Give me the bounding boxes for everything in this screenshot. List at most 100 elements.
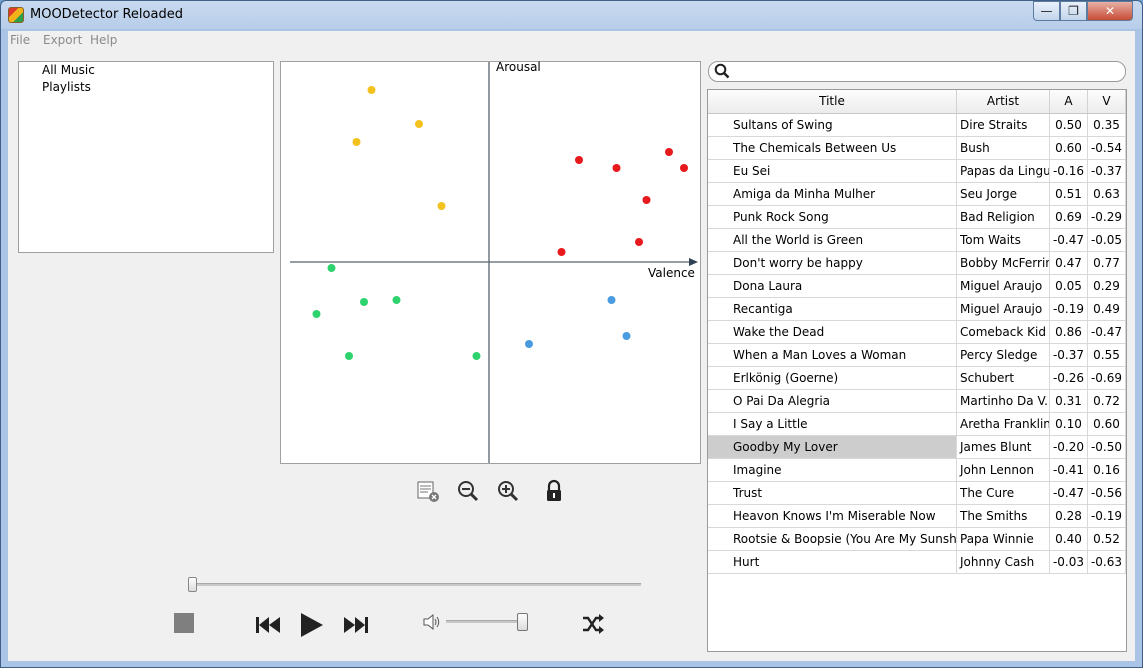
table-row[interactable]: Goodby My Lover James Blunt -0.20 -0.50: [708, 436, 1126, 459]
column-artist[interactable]: Artist: [957, 90, 1050, 113]
mood-plot[interactable]: Arousal Valence: [280, 60, 701, 464]
song-point[interactable]: [607, 296, 616, 304]
table-row[interactable]: Recantiga Miguel Araujo -0.19 0.49: [708, 298, 1126, 321]
volume-icon[interactable]: [423, 614, 441, 630]
song-arousal-cell: -0.47: [1050, 229, 1088, 252]
song-point[interactable]: [352, 138, 361, 146]
clear-plot-button[interactable]: [416, 479, 440, 503]
song-table[interactable]: Title Artist A V Sultans of Swing Dire St…: [707, 89, 1127, 652]
lock-button[interactable]: [542, 479, 566, 503]
song-valence-cell: 0.49: [1088, 298, 1126, 321]
song-point[interactable]: [437, 202, 446, 210]
close-button[interactable]: ✕: [1087, 1, 1133, 21]
song-artist-cell: Papas da Lingua: [957, 160, 1050, 183]
table-row[interactable]: Eu Sei Papas da Lingua -0.16 -0.37: [708, 160, 1126, 183]
table-row[interactable]: Punk Rock Song Bad Religion 0.69 -0.29: [708, 206, 1126, 229]
stop-button[interactable]: [174, 613, 194, 633]
song-point[interactable]: [635, 238, 643, 246]
table-row[interactable]: Sultans of Swing Dire Straits 0.50 0.35: [708, 114, 1126, 137]
table-row[interactable]: Erlkönig (Goerne) Schubert -0.26 -0.69: [708, 367, 1126, 390]
song-point[interactable]: [642, 196, 651, 204]
song-artist-cell: Bush: [957, 137, 1050, 160]
song-point[interactable]: [312, 310, 321, 318]
song-valence-cell: -0.69: [1088, 367, 1126, 390]
play-button[interactable]: [299, 612, 325, 638]
mood-plot-canvas[interactable]: [281, 62, 700, 463]
table-row[interactable]: Rootsie & Boopsie (You Are My Sunshine) P…: [708, 528, 1126, 551]
song-point[interactable]: [360, 298, 368, 306]
song-point[interactable]: [367, 86, 376, 94]
table-row[interactable]: Trust The Cure -0.47 -0.56: [708, 482, 1126, 505]
zoom-in-button[interactable]: [496, 479, 520, 503]
shuffle-button[interactable]: [581, 613, 605, 635]
song-point[interactable]: [557, 248, 566, 256]
song-point[interactable]: [327, 264, 336, 272]
minimize-button[interactable]: —: [1033, 1, 1060, 21]
menu-help[interactable]: Help: [90, 33, 117, 47]
song-artist-cell: Tom Waits: [957, 229, 1050, 252]
title-bar[interactable]: MOODetector Reloaded — ❐ ✕: [1, 1, 1142, 29]
table-row[interactable]: When a Man Loves a Woman Percy Sledge -0.3…: [708, 344, 1126, 367]
song-point[interactable]: [612, 164, 621, 172]
table-row[interactable]: Imagine John Lennon -0.41 0.16: [708, 459, 1126, 482]
library-item-playlists[interactable]: Playlists: [42, 80, 91, 94]
seek-track[interactable]: [191, 583, 641, 586]
song-point[interactable]: [415, 120, 423, 128]
app-window: MOODetector Reloaded — ❐ ✕ File Export H…: [0, 0, 1143, 668]
song-artist-cell: Aretha Franklin: [957, 413, 1050, 436]
table-row[interactable]: Heavon Knows I'm Miserable Now The Smiths…: [708, 505, 1126, 528]
search-box[interactable]: [708, 61, 1126, 82]
song-title-cell: Don't worry be happy: [708, 252, 957, 275]
table-row[interactable]: Amiga da Minha Mulher Seu Jorge 0.51 0.63: [708, 183, 1126, 206]
library-tree[interactable]: All Music Playlists: [18, 61, 274, 253]
clear-list-icon: [417, 481, 439, 502]
menu-export[interactable]: Export: [43, 33, 82, 47]
song-point[interactable]: [472, 352, 481, 360]
column-arousal[interactable]: A: [1050, 90, 1088, 113]
search-input[interactable]: [735, 63, 1115, 78]
song-point[interactable]: [622, 332, 631, 340]
song-artist-cell: Schubert: [957, 367, 1050, 390]
table-row[interactable]: The Chemicals Between Us Bush 0.60 -0.54: [708, 137, 1126, 160]
song-point[interactable]: [665, 148, 673, 156]
zoom-out-button[interactable]: [456, 479, 480, 503]
song-title-cell: The Chemicals Between Us: [708, 137, 957, 160]
table-header: Title Artist A V: [708, 90, 1126, 114]
menu-file[interactable]: File: [10, 33, 30, 47]
volume-handle[interactable]: [517, 613, 528, 631]
table-row[interactable]: Don't worry be happy Bobby McFerrin 0.47 0.…: [708, 252, 1126, 275]
song-point[interactable]: [680, 164, 688, 172]
song-arousal-cell: -0.41: [1050, 459, 1088, 482]
song-point[interactable]: [575, 156, 583, 164]
column-title[interactable]: Title: [708, 90, 957, 113]
previous-button[interactable]: [255, 614, 281, 636]
song-point[interactable]: [345, 352, 353, 360]
table-row[interactable]: All the World is Green Tom Waits -0.47 -0.0…: [708, 229, 1126, 252]
song-title-cell: When a Man Loves a Woman: [708, 344, 957, 367]
zoom-out-icon: [458, 481, 479, 502]
song-valence-cell: 0.63: [1088, 183, 1126, 206]
song-valence-cell: -0.54: [1088, 137, 1126, 160]
song-title-cell: I Say a Little: [708, 413, 957, 436]
maximize-button[interactable]: ❐: [1060, 1, 1087, 21]
song-point[interactable]: [392, 296, 401, 304]
song-title-cell: Wake the Dead: [708, 321, 957, 344]
volume-track[interactable]: [446, 620, 528, 623]
app-logo-icon: [8, 7, 24, 23]
table-row[interactable]: Hurt Johnny Cash -0.03 -0.63: [708, 551, 1126, 574]
column-valence[interactable]: V: [1088, 90, 1126, 113]
lock-icon: [547, 479, 561, 501]
table-row[interactable]: Dona Laura Miguel Araujo 0.05 0.29: [708, 275, 1126, 298]
table-row[interactable]: Wake the Dead Comeback Kid 0.86 -0.47: [708, 321, 1126, 344]
song-artist-cell: Johnny Cash: [957, 551, 1050, 574]
song-valence-cell: 0.60: [1088, 413, 1126, 436]
library-item-all-music[interactable]: All Music: [42, 63, 95, 77]
seek-handle[interactable]: [188, 577, 197, 592]
song-valence-cell: -0.19: [1088, 505, 1126, 528]
table-row[interactable]: O Pai Da Alegria Martinho Da V... 0.31 0.72: [708, 390, 1126, 413]
table-row[interactable]: I Say a Little Aretha Franklin 0.10 0.60: [708, 413, 1126, 436]
song-artist-cell: Seu Jorge: [957, 183, 1050, 206]
song-arousal-cell: -0.20: [1050, 436, 1088, 459]
song-point[interactable]: [525, 340, 533, 348]
next-button[interactable]: [343, 614, 369, 636]
